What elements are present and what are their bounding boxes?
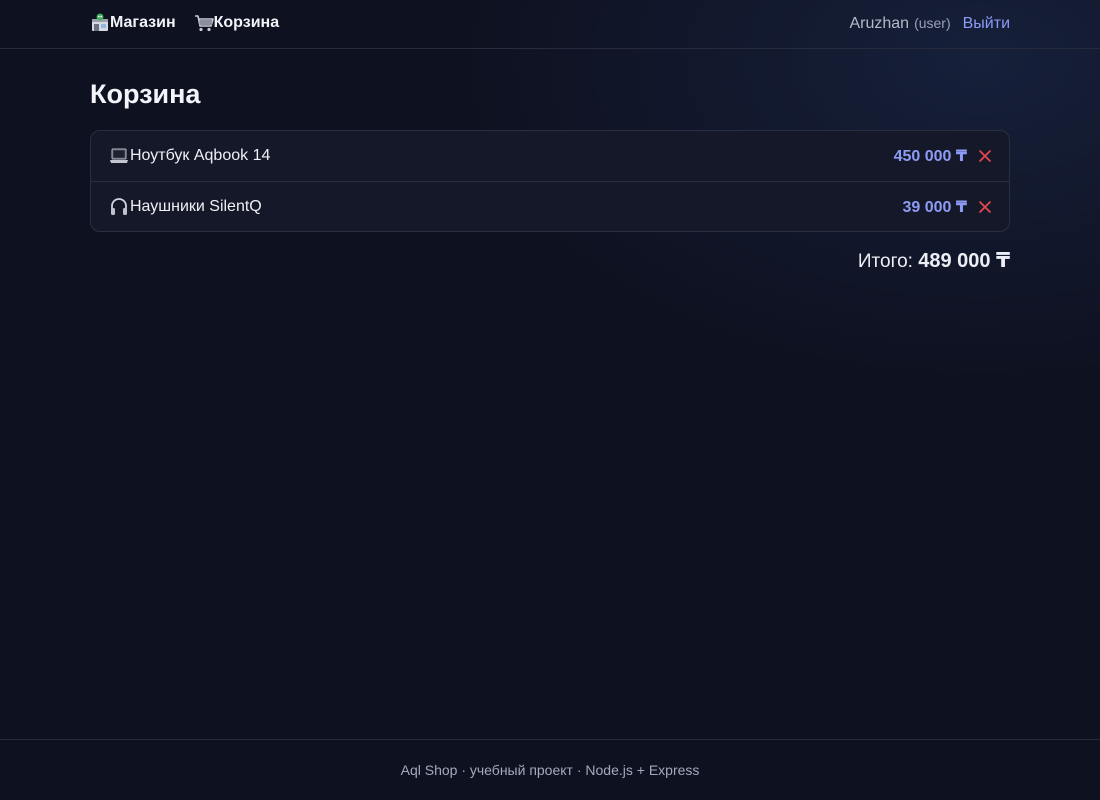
cart-total-label: Итого: xyxy=(857,251,913,272)
cart-item-title: Наушники SilentQ xyxy=(130,197,262,215)
user-area: Aruzhan (user) Выйти xyxy=(849,15,1010,33)
logout-link[interactable]: Выйти xyxy=(963,15,1010,33)
top-navbar: Магазин Корзина Aruzhan (user) Выйти xyxy=(0,0,1100,49)
headphones-icon xyxy=(109,197,129,217)
page-title: Корзина xyxy=(90,79,201,109)
username: Aruzhan xyxy=(849,15,910,32)
nav-link-cart[interactable]: Корзина xyxy=(194,13,279,33)
cart-item: Наушники SilentQ 39 000 ₸ xyxy=(91,181,1009,231)
cart-item-name: Ноутбук Aqbook 14 xyxy=(109,146,270,166)
cart-list: Ноутбук Aqbook 14 450 000 ₸ Наушники Sil… xyxy=(90,130,1010,232)
laptop-icon xyxy=(109,146,129,166)
cart-item: Ноутбук Aqbook 14 450 000 ₸ xyxy=(91,131,1009,181)
remove-item-button[interactable] xyxy=(977,148,993,164)
nav-link-cart-label: Корзина xyxy=(213,14,280,31)
nav-link-shop[interactable]: Магазин xyxy=(90,13,176,33)
page-footer: Aql Shop · учебный проект · Node.js + Ex… xyxy=(0,739,1100,800)
cart-item-title: Ноутбук Aqbook 14 xyxy=(130,147,271,164)
cart-item-actions: 39 000 ₸ xyxy=(902,197,993,217)
cart-total-value: 489 000 ₸ xyxy=(918,250,1010,272)
main-nav: Магазин Корзина xyxy=(90,13,297,33)
cart-item-price: 39 000 ₸ xyxy=(902,198,967,216)
remove-item-button[interactable] xyxy=(977,199,993,215)
user-role: (user) xyxy=(914,15,951,31)
nav-link-shop-label: Магазин xyxy=(110,14,176,31)
cart-item-actions: 450 000 ₸ xyxy=(894,146,993,166)
shop-icon xyxy=(90,13,110,33)
footer-text: Aql Shop · учебный проект · Node.js + Ex… xyxy=(400,762,700,778)
cart-icon xyxy=(194,13,214,33)
cart-item-price: 450 000 ₸ xyxy=(893,148,967,165)
close-icon xyxy=(979,200,991,213)
close-icon xyxy=(979,150,991,162)
cart-total: Итого: 489 000 ₸ xyxy=(858,248,1010,273)
cart-item-name: Наушники SilentQ xyxy=(109,197,262,217)
